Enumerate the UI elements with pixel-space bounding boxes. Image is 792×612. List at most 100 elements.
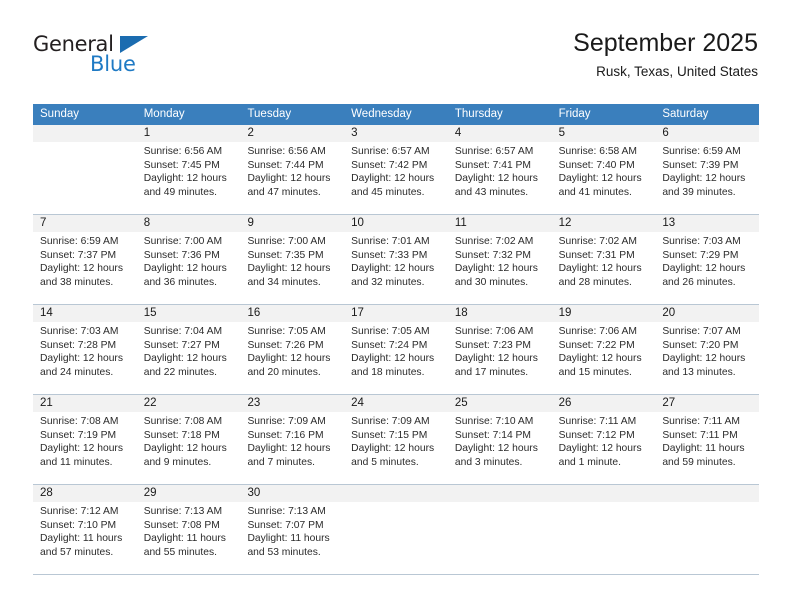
weekday-header-friday: Friday xyxy=(558,108,591,120)
day-number: 19 xyxy=(551,305,656,322)
sunset-text: Sunset: 7:36 PM xyxy=(143,249,220,261)
daylight-text-line1: Daylight: 11 hours xyxy=(40,533,123,545)
day-cell[interactable]: 8 Sunrise: 7:00 AM Sunset: 7:36 PM Dayli… xyxy=(136,215,241,304)
day-cell[interactable]: 2 Sunrise: 6:56 AM Sunset: 7:44 PM Dayli… xyxy=(240,125,345,214)
daylight-text-line2: and 18 minutes. xyxy=(351,366,425,378)
day-details: Sunrise: 7:09 AM Sunset: 7:15 PM Dayligh… xyxy=(344,412,448,469)
sunrise-text: Sunrise: 7:00 AM xyxy=(247,236,326,247)
calendar-page: General Blue September 2025 Rusk, Texas,… xyxy=(0,0,792,612)
sunset-text: Sunset: 7:16 PM xyxy=(247,429,324,441)
sunset-text: Sunset: 7:11 PM xyxy=(662,429,738,441)
week-row: 1 Sunrise: 6:56 AM Sunset: 7:45 PM Dayli… xyxy=(33,125,760,215)
daylight-text-line2: and 13 minutes. xyxy=(662,366,736,378)
weekday-header-row: Sunday Monday Tuesday Wednesday Thursday… xyxy=(33,104,759,125)
day-cell[interactable]: 29 Sunrise: 7:13 AM Sunset: 7:08 PM Dayl… xyxy=(136,485,241,574)
day-number: 5 xyxy=(551,125,656,142)
day-number: 20 xyxy=(655,305,760,322)
day-details: Sunrise: 7:02 AM Sunset: 7:31 PM Dayligh… xyxy=(552,232,656,289)
daylight-text-line2: and 22 minutes. xyxy=(143,366,217,378)
day-cell[interactable]: 12 Sunrise: 7:02 AM Sunset: 7:31 PM Dayl… xyxy=(551,215,656,304)
sunrise-text: Sunrise: 7:03 AM xyxy=(662,236,741,247)
daylight-text-line1: Daylight: 12 hours xyxy=(454,353,538,365)
day-details xyxy=(33,142,137,145)
day-cell[interactable]: 3 Sunrise: 6:57 AM Sunset: 7:42 PM Dayli… xyxy=(344,125,448,214)
day-cell[interactable] xyxy=(655,485,760,574)
sunrise-text: Sunrise: 7:05 AM xyxy=(247,326,326,337)
day-cell[interactable]: 10 Sunrise: 7:01 AM Sunset: 7:33 PM Dayl… xyxy=(344,215,448,304)
day-cell[interactable]: 11 Sunrise: 7:02 AM Sunset: 7:32 PM Dayl… xyxy=(447,215,552,304)
sunset-text: Sunset: 7:24 PM xyxy=(351,339,428,351)
day-cell[interactable]: 30 Sunrise: 7:13 AM Sunset: 7:07 PM Dayl… xyxy=(240,485,345,574)
generalblue-logo[interactable]: General Blue xyxy=(33,32,213,88)
day-cell[interactable]: 4 Sunrise: 6:57 AM Sunset: 7:41 PM Dayli… xyxy=(447,125,552,214)
day-cell[interactable]: 26 Sunrise: 7:11 AM Sunset: 7:12 PM Dayl… xyxy=(551,395,656,484)
day-number: 12 xyxy=(551,215,656,232)
sunset-text: Sunset: 7:41 PM xyxy=(454,159,532,171)
daylight-text-line1: Daylight: 12 hours xyxy=(558,263,642,275)
day-number: 10 xyxy=(344,215,448,232)
triangle-icon xyxy=(120,36,148,53)
weekday-header-wednesday: Wednesday xyxy=(351,108,412,120)
sunset-text: Sunset: 7:33 PM xyxy=(351,249,428,261)
daylight-text-line2: and 26 minutes. xyxy=(662,276,736,288)
day-number: 15 xyxy=(136,305,241,322)
day-cell[interactable]: 7 Sunrise: 6:59 AM Sunset: 7:37 PM Dayli… xyxy=(33,215,137,304)
page-header: General Blue September 2025 Rusk, Texas,… xyxy=(33,28,758,90)
daylight-text-line2: and 24 minutes. xyxy=(40,366,114,378)
day-cell[interactable] xyxy=(33,125,137,214)
day-details: Sunrise: 7:02 AM Sunset: 7:32 PM Dayligh… xyxy=(448,232,552,289)
day-cell[interactable]: 23 Sunrise: 7:09 AM Sunset: 7:16 PM Dayl… xyxy=(240,395,345,484)
day-cell[interactable]: 27 Sunrise: 7:11 AM Sunset: 7:11 PM Dayl… xyxy=(655,395,760,484)
day-cell[interactable]: 28 Sunrise: 7:12 AM Sunset: 7:10 PM Dayl… xyxy=(33,485,137,574)
daylight-text-line2: and 11 minutes. xyxy=(40,456,113,468)
day-number xyxy=(344,485,448,502)
sunrise-text: Sunrise: 7:06 AM xyxy=(454,326,534,337)
day-details: Sunrise: 6:59 AM Sunset: 7:39 PM Dayligh… xyxy=(655,142,759,199)
sunrise-text: Sunrise: 7:00 AM xyxy=(143,236,223,247)
day-cell[interactable] xyxy=(447,485,552,574)
day-cell[interactable]: 19 Sunrise: 7:06 AM Sunset: 7:22 PM Dayl… xyxy=(551,305,656,394)
week-row: 28 Sunrise: 7:12 AM Sunset: 7:10 PM Dayl… xyxy=(33,485,760,575)
day-cell[interactable] xyxy=(551,485,656,574)
day-cell[interactable]: 6 Sunrise: 6:59 AM Sunset: 7:39 PM Dayli… xyxy=(655,125,760,214)
day-number xyxy=(655,485,760,502)
day-details: Sunrise: 7:06 AM Sunset: 7:23 PM Dayligh… xyxy=(448,322,552,379)
sunset-text: Sunset: 7:37 PM xyxy=(40,249,117,261)
day-details: Sunrise: 7:08 AM Sunset: 7:19 PM Dayligh… xyxy=(33,412,137,469)
day-details: Sunrise: 6:59 AM Sunset: 7:37 PM Dayligh… xyxy=(33,232,137,289)
day-cell[interactable]: 15 Sunrise: 7:04 AM Sunset: 7:27 PM Dayl… xyxy=(136,305,241,394)
day-details xyxy=(448,502,552,505)
sunrise-text: Sunrise: 7:07 AM xyxy=(662,326,741,337)
day-cell[interactable]: 22 Sunrise: 7:08 AM Sunset: 7:18 PM Dayl… xyxy=(136,395,241,484)
daylight-text-line2: and 28 minutes. xyxy=(558,276,632,288)
day-cell[interactable]: 18 Sunrise: 7:06 AM Sunset: 7:23 PM Dayl… xyxy=(447,305,552,394)
day-cell[interactable]: 5 Sunrise: 6:58 AM Sunset: 7:40 PM Dayli… xyxy=(551,125,656,214)
daylight-text-line2: and 3 minutes. xyxy=(454,456,523,468)
day-number xyxy=(551,485,656,502)
day-details: Sunrise: 7:07 AM Sunset: 7:20 PM Dayligh… xyxy=(655,322,759,379)
day-cell[interactable]: 1 Sunrise: 6:56 AM Sunset: 7:45 PM Dayli… xyxy=(136,125,241,214)
day-number: 29 xyxy=(136,485,241,502)
daylight-text-line1: Daylight: 12 hours xyxy=(40,263,123,275)
day-number: 26 xyxy=(551,395,656,412)
weekday-header-tuesday: Tuesday xyxy=(247,108,292,120)
day-cell[interactable] xyxy=(344,485,448,574)
day-number: 11 xyxy=(447,215,552,232)
day-cell[interactable]: 13 Sunrise: 7:03 AM Sunset: 7:29 PM Dayl… xyxy=(655,215,760,304)
day-cell[interactable]: 17 Sunrise: 7:05 AM Sunset: 7:24 PM Dayl… xyxy=(344,305,448,394)
day-details: Sunrise: 6:57 AM Sunset: 7:41 PM Dayligh… xyxy=(448,142,552,199)
sunset-text: Sunset: 7:18 PM xyxy=(143,429,220,441)
sunset-text: Sunset: 7:39 PM xyxy=(662,159,739,171)
day-cell[interactable]: 14 Sunrise: 7:03 AM Sunset: 7:28 PM Dayl… xyxy=(33,305,137,394)
day-cell[interactable]: 25 Sunrise: 7:10 AM Sunset: 7:14 PM Dayl… xyxy=(447,395,552,484)
logo-text-blue: Blue xyxy=(90,52,136,76)
day-number: 2 xyxy=(240,125,345,142)
day-cell[interactable]: 16 Sunrise: 7:05 AM Sunset: 7:26 PM Dayl… xyxy=(240,305,345,394)
sunrise-text: Sunrise: 7:09 AM xyxy=(247,416,326,427)
day-cell[interactable]: 24 Sunrise: 7:09 AM Sunset: 7:15 PM Dayl… xyxy=(344,395,448,484)
daylight-text-line1: Daylight: 12 hours xyxy=(454,443,538,455)
day-cell[interactable]: 9 Sunrise: 7:00 AM Sunset: 7:35 PM Dayli… xyxy=(240,215,345,304)
day-cell[interactable]: 21 Sunrise: 7:08 AM Sunset: 7:19 PM Dayl… xyxy=(33,395,137,484)
day-cell[interactable]: 20 Sunrise: 7:07 AM Sunset: 7:20 PM Dayl… xyxy=(655,305,760,394)
day-number: 23 xyxy=(240,395,345,412)
